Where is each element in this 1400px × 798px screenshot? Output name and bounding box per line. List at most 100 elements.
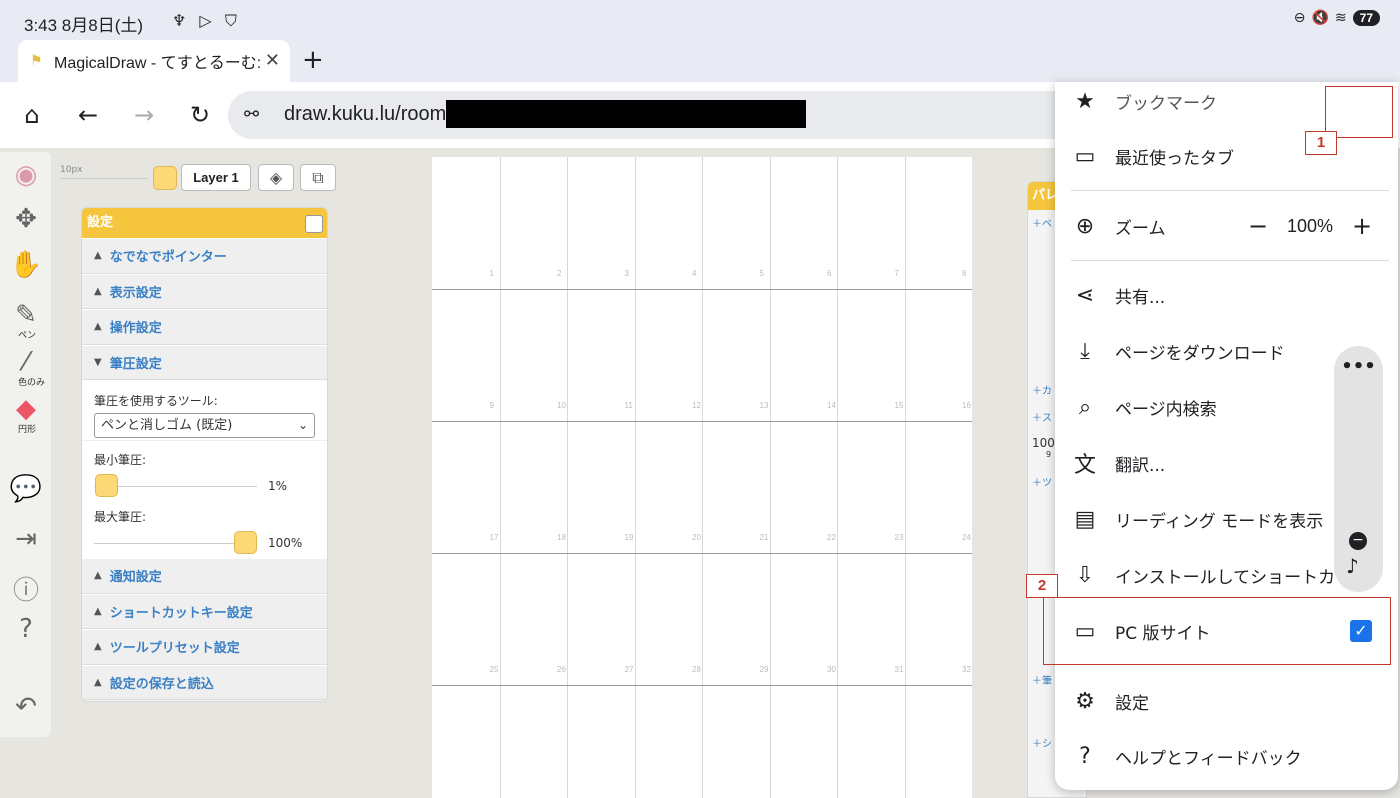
home-icon[interactable]: ⌂	[16, 99, 48, 131]
menu-item-zoom: ⊕ ズーム − 100% +	[1055, 201, 1398, 251]
settings-section[interactable]: ▲ 操作設定	[82, 309, 327, 345]
cell-number: 17	[489, 533, 499, 542]
current-color-swatch[interactable]	[153, 166, 177, 190]
pressure-tool-label: 筆圧を使用するツール:	[94, 394, 218, 408]
palette-row[interactable]: ＋シ	[1032, 735, 1052, 750]
expand-arrow-icon: ▲	[94, 250, 102, 262]
devices-icon: ▭	[1074, 143, 1096, 169]
max-pressure-slider[interactable]: 100%	[94, 529, 315, 559]
section-pressure[interactable]: ▼ 筆圧設定	[82, 344, 327, 380]
more-icon[interactable]: •••	[1334, 356, 1383, 377]
site-info-icon[interactable]: ⚯	[244, 104, 259, 125]
settings-panel-header: 設定	[82, 208, 327, 238]
cell-number: 32	[962, 665, 971, 674]
palette-row[interactable]: ＋筆	[1032, 672, 1052, 687]
favicon-icon: ⚑	[30, 53, 43, 69]
zoom-control: − 100% +	[1240, 212, 1380, 240]
browser-tab[interactable]: ⚑ MagicalDraw - てすとるーむ: ✕	[18, 40, 290, 82]
menu-item-help[interactable]: ? ヘルプとフィードバック	[1055, 731, 1398, 781]
menu-item-share[interactable]: ⋖ 共有...	[1055, 270, 1398, 320]
undo-icon[interactable]: ↶	[6, 692, 46, 732]
palette-row[interactable]: ＋ツ	[1032, 474, 1052, 489]
cell-number: 9	[489, 401, 494, 410]
info-icon[interactable]: ⓘ	[6, 570, 46, 610]
max-pressure-thumb[interactable]	[234, 531, 257, 554]
hand-icon[interactable]: ✋	[6, 250, 46, 290]
layer-button[interactable]: Layer 1	[181, 164, 251, 191]
grid-row-line	[432, 685, 972, 686]
settings-section[interactable]: ▲ 表示設定	[82, 273, 327, 309]
download-icon: ⤓	[1080, 338, 1090, 364]
cell-number: 2	[557, 269, 562, 278]
help-circle-icon: ?	[1079, 743, 1091, 769]
min-pressure-value: 1%	[268, 479, 288, 493]
cell-number: 10	[557, 401, 566, 410]
floating-bubble[interactable]: ••• − ♪	[1334, 346, 1383, 592]
palette-row: 9	[1046, 450, 1052, 459]
min-pressure-slider[interactable]: 1%	[94, 472, 315, 502]
expand-arrow-icon: ▲	[94, 321, 102, 333]
chat-icon[interactable]: 💬	[6, 474, 46, 514]
help-icon[interactable]: ?	[6, 614, 46, 654]
zoom-out-button[interactable]: −	[1240, 212, 1276, 240]
exit-icon[interactable]: ⇥	[6, 524, 46, 564]
cell-number: 31	[894, 665, 904, 674]
settings-section[interactable]: ▲ 通知設定	[82, 558, 327, 594]
cell-number: 30	[827, 665, 836, 674]
cell-number: 25	[489, 665, 499, 674]
palette-row[interactable]: ＋ペ	[1032, 215, 1052, 230]
tool-label: 色のみ	[18, 378, 46, 388]
drawing-canvas[interactable]: 1 2 3 4 5 6 7 8 9 10 11 12 13 14 15 16 17 18 19 20 21 22 23 24 2…	[432, 157, 972, 798]
zoom-in-button[interactable]: +	[1344, 212, 1380, 240]
settings-section[interactable]: ▲ ショートカットキー設定	[82, 593, 327, 629]
fill-tool-button[interactable]: ◈	[258, 164, 294, 191]
annotation-label-2: 2	[1026, 574, 1058, 598]
menu-item-recent-tabs[interactable]: ▭ 最近使ったタブ	[1055, 131, 1398, 181]
forward-icon[interactable]: →	[128, 99, 160, 131]
max-pressure-value: 100%	[268, 536, 303, 550]
section-label: 操作設定	[109, 321, 162, 337]
redacted-url-block	[446, 100, 806, 128]
annotation-label-1: 1	[1305, 131, 1337, 155]
cell-number: 23	[894, 533, 904, 542]
settings-section[interactable]: ▲ 設定の保存と読込	[82, 664, 327, 700]
cell-number: 12	[692, 401, 701, 410]
back-icon[interactable]: ←	[72, 99, 104, 131]
move-icon[interactable]: ✥	[6, 204, 46, 244]
min-pressure-thumb[interactable]	[95, 474, 119, 497]
grid-column-line	[634, 157, 636, 798]
new-tab-button[interactable]: +	[302, 45, 324, 75]
pressure-sliders: 最小筆圧: 1% 最大筆圧: 100%	[82, 441, 327, 558]
pressure-tool-select[interactable]: ペンと消しゴム (既定) ⌄	[94, 413, 315, 438]
expand-arrow-icon: ▲	[94, 570, 102, 582]
expand-arrow-icon: ▲	[94, 285, 102, 297]
url-text: draw.kuku.lu/room/	[284, 103, 452, 125]
grid-column-line	[837, 157, 838, 798]
settings-section[interactable]: ▲ ツールプリセット設定	[82, 629, 327, 665]
cell-number: 8	[962, 269, 967, 278]
minimize-icon[interactable]: −	[1349, 532, 1367, 550]
tab-close-icon[interactable]: ✕	[265, 50, 280, 71]
tool-label: ペン	[18, 331, 37, 341]
zoom-icon: ⊕	[1075, 213, 1095, 239]
pressure-tool-field: 筆圧を使用するツール: ペンと消しゴム (既定) ⌄	[82, 380, 327, 441]
dnd-icon: ⊖	[1293, 10, 1306, 26]
transform-button[interactable]: ⧉	[300, 164, 336, 191]
reload-icon[interactable]: ↻	[184, 99, 216, 131]
palette-row[interactable]: ＋ス	[1032, 409, 1052, 424]
cell-number: 15	[894, 401, 904, 410]
status-right-icons: ⊖ 🔇 ≋ 77	[1294, 10, 1380, 26]
brush-size-slider[interactable]	[60, 178, 148, 179]
bucket-icon: ◈	[269, 168, 283, 187]
panel-toggle-checkbox[interactable]	[305, 215, 323, 233]
cell-number: 28	[692, 665, 701, 674]
settings-section[interactable]: ▲ なでなでポインター	[82, 238, 327, 274]
palette-row[interactable]: ＋カ	[1032, 382, 1052, 397]
settings-panel-title: 設定	[87, 215, 114, 230]
cell-number: 14	[827, 401, 836, 410]
sound-off-icon[interactable]: ♪	[1346, 554, 1359, 578]
cell-number: 4	[692, 269, 697, 278]
color-wheel-icon[interactable]: ◉	[6, 160, 46, 200]
menu-item-settings[interactable]: ⚙ 設定	[1055, 676, 1398, 726]
grid-column-line	[499, 157, 501, 798]
